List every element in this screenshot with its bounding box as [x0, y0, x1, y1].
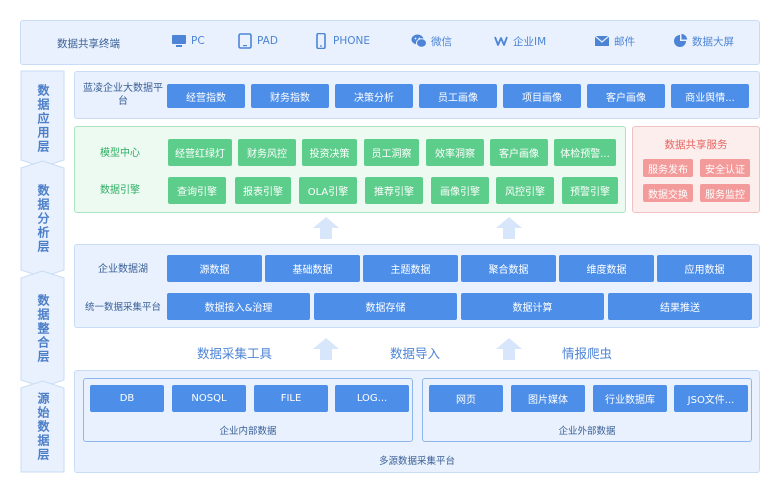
- tablet-icon: [238, 33, 252, 49]
- flow-label-import: 数据导入: [390, 346, 441, 361]
- layer-analysis: 数据分析层: [20, 160, 65, 278]
- integration-panel: 企业数据湖 源数据 基础数据 主题数据 聚合数据 维度数据 应用数据 统一数据采…: [74, 244, 760, 328]
- source-button-webpage[interactable]: 网页: [429, 385, 503, 412]
- source-button-image-media[interactable]: 图片媒体: [511, 385, 585, 412]
- source-button-log[interactable]: LOG...: [335, 385, 409, 412]
- im-icon: [494, 36, 508, 46]
- terminal-item-wechat[interactable]: 微信: [411, 33, 452, 49]
- layer-source: 源始数据层: [20, 380, 65, 473]
- layer-label: 数据整合层: [36, 294, 50, 364]
- service-monitor-button[interactable]: 服务监控: [700, 184, 750, 202]
- share-service-title: 数据共享服务: [664, 139, 728, 151]
- external-data-caption: 企业外部数据: [558, 426, 616, 437]
- terminal-bar: 数据共享终端 PC PAD PHONE 微信 企业IM 邮件 数据大屏: [20, 20, 760, 65]
- arrow-up-icon: [313, 217, 339, 239]
- app-button-decision-analysis[interactable]: 决策分析: [335, 84, 413, 108]
- source-button-db[interactable]: DB: [90, 385, 164, 412]
- wechat-icon: [411, 34, 427, 48]
- model-button[interactable]: 员工洞察: [364, 139, 419, 166]
- layer-label: 源始数据层: [36, 391, 50, 462]
- application-label: 蓝凌企业大数据平台: [83, 83, 163, 107]
- engine-button[interactable]: 报表引擎: [235, 177, 291, 204]
- collect-button[interactable]: 结果推送: [608, 293, 752, 320]
- terminal-item-phone[interactable]: PHONE: [313, 33, 370, 49]
- data-exchange-button[interactable]: 数据交换: [643, 184, 693, 202]
- model-button[interactable]: 体检预警...: [554, 139, 616, 166]
- terminal-item-label: PHONE: [333, 35, 370, 47]
- app-button-project-portrait[interactable]: 项目画像: [503, 84, 581, 108]
- arrow-up-icon: [313, 338, 339, 360]
- model-center-label: 模型中心: [100, 148, 140, 159]
- source-panel: DB NOSQL FILE LOG... 企业内部数据 网页 图片媒体 行业数据…: [74, 370, 760, 473]
- layer-application: 数据应用层: [20, 70, 65, 168]
- app-button-employee-portrait[interactable]: 员工画像: [419, 84, 497, 108]
- flow-label-crawler: 情报爬虫: [562, 346, 613, 361]
- data-engine-label: 数据引擎: [100, 185, 140, 196]
- model-button[interactable]: 经营红绿灯: [168, 139, 232, 166]
- terminal-item-bigscreen[interactable]: 数据大屏: [672, 33, 734, 49]
- terminal-item-pad[interactable]: PAD: [237, 33, 278, 49]
- layer-label: 数据分析层: [36, 184, 50, 254]
- model-button[interactable]: 客户画像: [490, 139, 548, 166]
- terminal-item-pc[interactable]: PC: [171, 33, 205, 49]
- terminal-item-label: 数据大屏: [692, 35, 734, 48]
- lake-button[interactable]: 主题数据: [363, 255, 458, 282]
- pie-chart-icon: [674, 33, 688, 47]
- source-button-nosql[interactable]: NOSQL: [172, 385, 246, 412]
- monitor-icon: [172, 35, 186, 47]
- model-button[interactable]: 效率洞察: [426, 139, 484, 166]
- engine-button[interactable]: 查询引擎: [168, 177, 226, 204]
- layer-integration: 数据整合层: [20, 270, 65, 388]
- terminal-item-mail[interactable]: 邮件: [594, 33, 635, 49]
- external-data-group: 网页 图片媒体 行业数据库 JSO文件... 企业外部数据: [422, 378, 752, 442]
- terminal-title: 数据共享终端: [57, 38, 120, 50]
- terminal-item-label: 企业IM: [513, 35, 547, 48]
- engine-button[interactable]: OLA引擎: [299, 177, 357, 204]
- app-button-finance-index[interactable]: 财务指数: [251, 84, 329, 108]
- engine-button[interactable]: 画像引擎: [431, 177, 489, 204]
- security-auth-button[interactable]: 安全认证: [700, 159, 750, 177]
- flow-label-collect-tool: 数据采集工具: [197, 346, 273, 361]
- engine-button[interactable]: 预警引擎: [562, 177, 618, 204]
- service-publish-button[interactable]: 服务发布: [643, 159, 693, 177]
- source-button-file[interactable]: FILE: [254, 385, 328, 412]
- arrow-up-icon: [496, 338, 522, 360]
- terminal-item-im[interactable]: 企业IM: [493, 33, 546, 49]
- app-button-business-sentiment[interactable]: 商业舆情...: [671, 84, 749, 108]
- terminal-item-label: 邮件: [614, 35, 635, 48]
- collect-button[interactable]: 数据接入&治理: [167, 293, 310, 320]
- internal-data-caption: 企业内部数据: [219, 426, 277, 437]
- lake-button[interactable]: 聚合数据: [461, 255, 556, 282]
- collect-button[interactable]: 数据计算: [461, 293, 604, 320]
- source-button-json-file[interactable]: JSO文件...: [674, 385, 748, 412]
- arrow-up-icon: [496, 217, 522, 239]
- engine-button[interactable]: 推荐引擎: [365, 177, 423, 204]
- source-button-industry-db[interactable]: 行业数据库: [593, 385, 667, 412]
- application-panel: 蓝凌企业大数据平台 经营指数 财务指数 决策分析 员工画像 项目画像 客户画像 …: [74, 71, 760, 119]
- data-lake-label: 企业数据湖: [98, 264, 148, 275]
- share-service-panel: 数据共享服务 服务发布 安全认证 数据交换 服务监控: [632, 126, 760, 213]
- analysis-panel: 模型中心 经营红绿灯 财务风控 投资决策 员工洞察 效率洞察 客户画像 体检预警…: [74, 126, 626, 213]
- terminal-item-label: 微信: [431, 35, 452, 48]
- lake-button[interactable]: 维度数据: [559, 255, 654, 282]
- terminal-item-label: PC: [191, 35, 205, 47]
- lake-button[interactable]: 应用数据: [657, 255, 752, 282]
- collect-button[interactable]: 数据存储: [314, 293, 457, 320]
- collect-platform-label: 统一数据采集平台: [84, 302, 161, 313]
- app-button-operation-index[interactable]: 经营指数: [167, 84, 245, 108]
- engine-button[interactable]: 风控引擎: [496, 177, 554, 204]
- lake-button[interactable]: 基础数据: [265, 255, 360, 282]
- phone-icon: [316, 33, 326, 49]
- app-button-customer-portrait[interactable]: 客户画像: [587, 84, 665, 108]
- lake-button[interactable]: 源数据: [167, 255, 262, 282]
- internal-data-group: DB NOSQL FILE LOG... 企业内部数据: [83, 378, 413, 442]
- model-button[interactable]: 投资决策: [302, 139, 357, 166]
- multi-source-platform-caption: 多源数据采集平台: [378, 456, 455, 467]
- terminal-item-label: PAD: [257, 35, 278, 47]
- layer-label: 数据应用层: [36, 84, 50, 154]
- mail-icon: [594, 35, 610, 46]
- model-button[interactable]: 财务风控: [238, 139, 296, 166]
